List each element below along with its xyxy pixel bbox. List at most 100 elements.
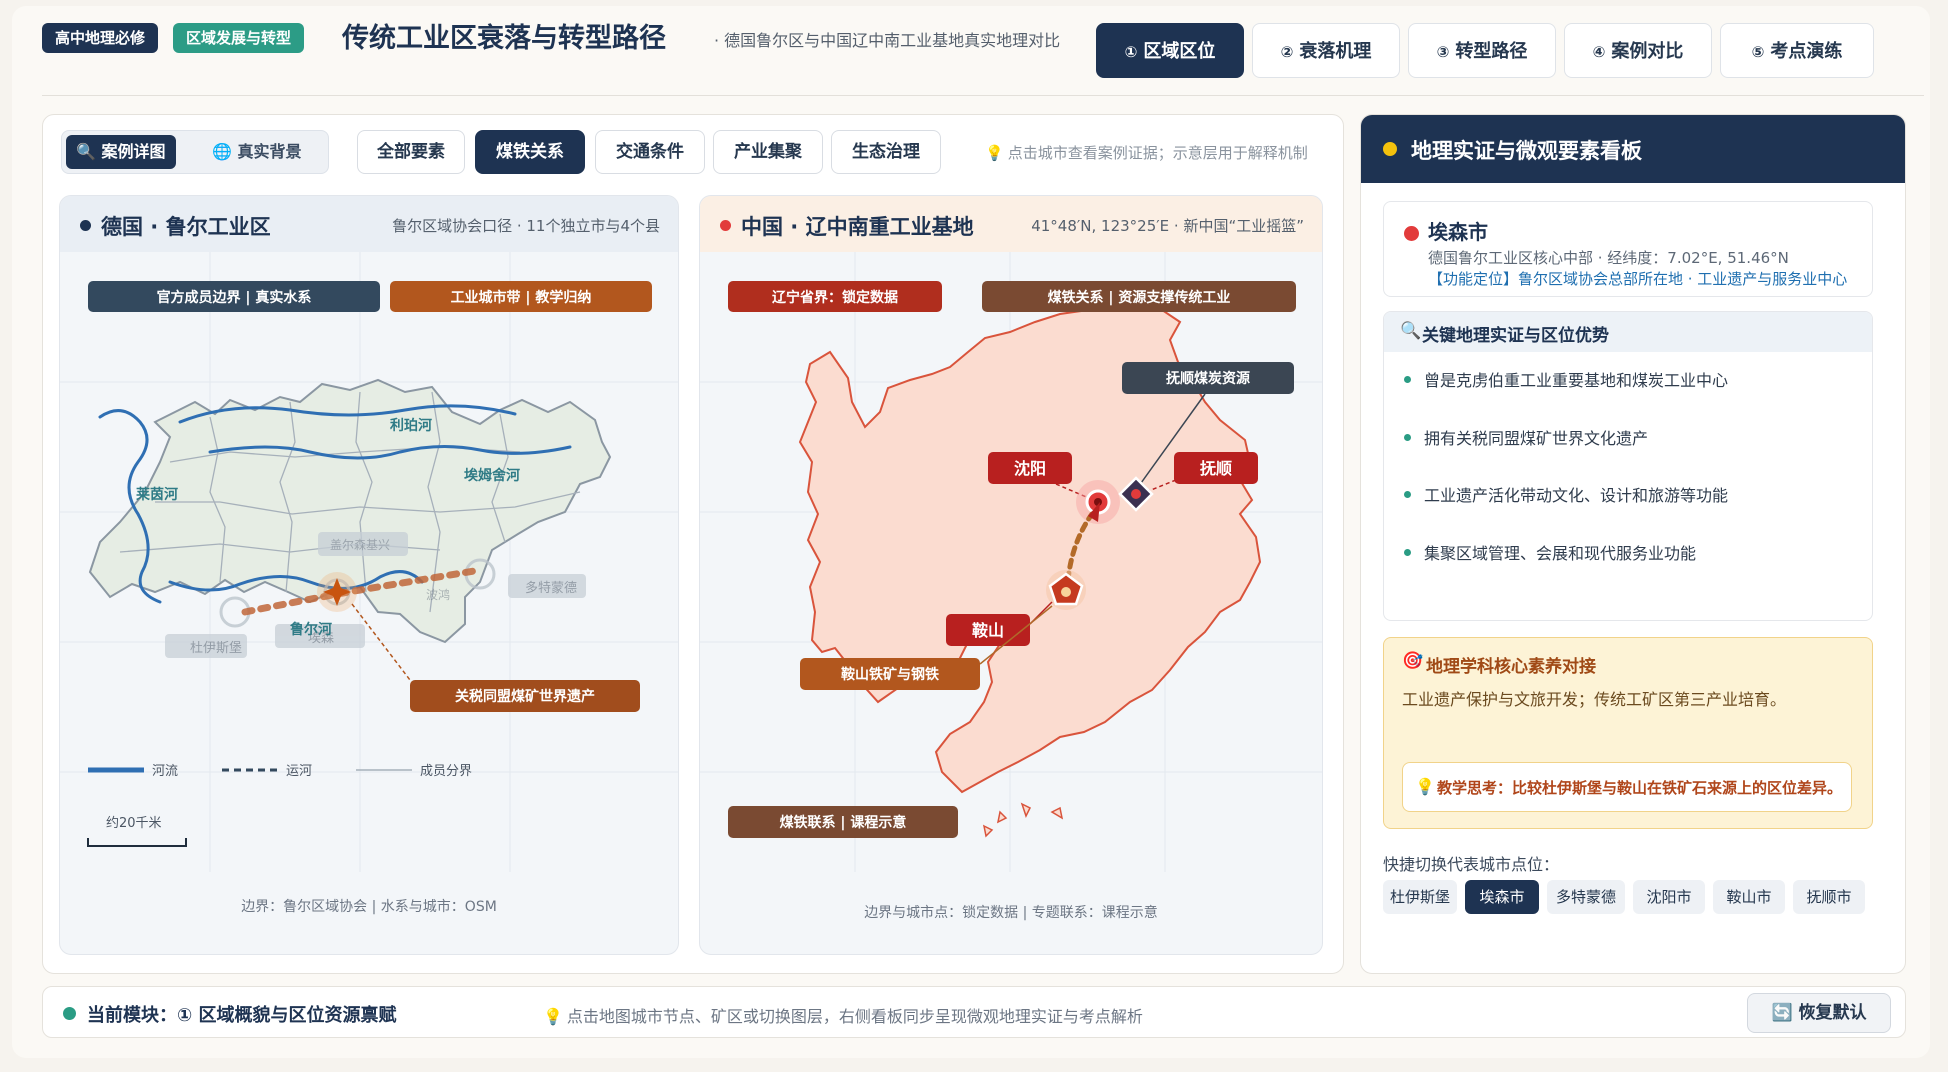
view-case-label: 案例详图 bbox=[101, 142, 166, 161]
lightbulb-icon: 💡 bbox=[543, 1007, 563, 1026]
filter-all-button[interactable]: 全部要素 bbox=[357, 130, 465, 174]
river-label-rhine: 莱茵河 bbox=[136, 486, 178, 503]
liaoning-footer: 边界与城市点：锁定数据 | 专题联系：课程示意 bbox=[864, 905, 1158, 921]
search-icon: 🔍 bbox=[76, 142, 96, 161]
view-real-label: 真实背景 bbox=[237, 142, 302, 161]
legend-canal: 运河 bbox=[286, 764, 312, 779]
callout-coal[interactable]: 抚顺煤炭资源 bbox=[1166, 370, 1250, 387]
evidence-item: 拥有关税同盟煤矿世界文化遗产 bbox=[1403, 425, 1648, 449]
evidence-item: 集聚区域管理、会展和现代服务业功能 bbox=[1403, 540, 1696, 564]
filter-industry-button[interactable]: 产业集聚 bbox=[713, 130, 823, 174]
quick-city-dortmund[interactable]: 多特蒙德 bbox=[1547, 880, 1625, 914]
callout-iron[interactable]: 鞍山铁矿与钢铁 bbox=[841, 666, 939, 683]
status-tip: 💡 点击地图城市节点、矿区或切换图层，右侧看板同步呈现微观地理实证与考点解析 bbox=[543, 1003, 1143, 1027]
liaoning-title-text: 中国 · 辽中南重工业基地 bbox=[741, 215, 974, 239]
ruhr-title-text: 德国 · 鲁尔工业区 bbox=[101, 215, 271, 239]
city-name: 埃森市 bbox=[1428, 220, 1488, 244]
evidence-item: 工业遗产活化带动文化、设计和旅游等功能 bbox=[1403, 482, 1728, 506]
river-label-ruhr: 鲁尔河 bbox=[289, 621, 332, 638]
filter-ecology-button[interactable]: 生态治理 bbox=[831, 130, 941, 174]
tab-region-location[interactable]: ① 区域区位 bbox=[1096, 23, 1244, 78]
river-label-emscher: 埃姆舍河 bbox=[464, 467, 520, 484]
current-module: 当前模块：① 区域概貌与区位资源禀赋 bbox=[87, 1005, 397, 1026]
quick-city-duisburg[interactable]: 杜伊斯堡 bbox=[1383, 880, 1457, 914]
callout-heritage[interactable]: 关税同盟煤矿世界遗产 bbox=[455, 688, 595, 705]
evidence-header: 🔍 关键地理实证与区位优势 bbox=[1384, 312, 1872, 352]
status-tip-text: 点击地图城市节点、矿区或切换图层，右侧看板同步呈现微观地理实证与考点解析 bbox=[566, 1007, 1143, 1026]
ruhr-footer: 边界：鲁尔区域协会 | 水系与城市：OSM bbox=[241, 899, 497, 915]
legend-border: 成员分界 bbox=[420, 764, 472, 779]
quick-city-essen[interactable]: 埃森市 bbox=[1465, 880, 1539, 914]
quick-city-shenyang[interactable]: 沈阳市 bbox=[1633, 880, 1705, 914]
tab-exam-practice[interactable]: ⑤ 考点演练 bbox=[1720, 23, 1874, 78]
essen-marker[interactable] bbox=[317, 572, 357, 612]
ruhr-map-card: 德国 · 鲁尔工业区 鲁尔区域协会口径 · 11个独立市与4个县 官方成员边界 … bbox=[59, 195, 679, 955]
status-bar: 当前模块：① 区域概貌与区位资源禀赋 💡 点击地图城市节点、矿区或切换图层，右侧看… bbox=[42, 986, 1906, 1038]
city-coordinates: 德国鲁尔工业区核心中部 · 经纬度：7.02°E, 51.46°N bbox=[1428, 249, 1789, 267]
unit-badge: 区域发展与转型 bbox=[173, 23, 305, 53]
evidence-title: 关键地理实证与区位优势 bbox=[1422, 326, 1609, 346]
quick-city-anshan[interactable]: 鞍山市 bbox=[1713, 880, 1785, 914]
label-fushun[interactable]: 抚顺 bbox=[1200, 459, 1232, 478]
tab-label: 案例对比 bbox=[1611, 41, 1684, 62]
quick-city-fushun[interactable]: 抚顺市 bbox=[1793, 880, 1865, 914]
page-title: 传统工业区衰落与转型路径 bbox=[342, 23, 666, 54]
view-case-button[interactable]: 🔍 案例详图 bbox=[66, 135, 176, 169]
tab-label: 区域区位 bbox=[1143, 41, 1216, 62]
liaoning-card-header: 中国 · 辽中南重工业基地 41°48′N, 123°25′E · 新中国“工业… bbox=[700, 196, 1322, 252]
map-panel: 🔍 案例详图 🌐 真实背景 全部要素 煤铁关系 交通条件 产业集聚 生态治理 💡… bbox=[42, 114, 1344, 974]
tab-case-compare[interactable]: ④ 案例对比 bbox=[1564, 23, 1712, 78]
teaching-question-text: 教学思考：比较杜伊斯堡与鞍山在铁矿石来源上的区位差异。 bbox=[1437, 779, 1843, 797]
ruhr-title: 德国 · 鲁尔工业区 bbox=[80, 211, 271, 241]
liaoning-subtitle: 41°48′N, 123°25′E · 新中国“工业摇篮” bbox=[1031, 217, 1304, 235]
anshan-marker[interactable] bbox=[1046, 570, 1086, 610]
tab-number: ③ bbox=[1436, 43, 1450, 61]
river-label-lippe: 利珀河 bbox=[390, 417, 432, 434]
app-shell: 高中地理必修 区域发展与转型 传统工业区衰落与转型路径 · 德国鲁尔区与中国辽中… bbox=[12, 6, 1930, 1058]
filter-coal-iron-button[interactable]: 煤铁关系 bbox=[475, 130, 585, 174]
map-hint-text: 点击城市查看案例证据；示意层用于解释机制 bbox=[1007, 144, 1308, 162]
city-function: 【功能定位】鲁尔区域协会总部所在地 · 工业遗产与服务业中心 bbox=[1428, 270, 1848, 288]
refresh-icon: 🔄 bbox=[1771, 1003, 1793, 1023]
tab-decline-mechanism[interactable]: ② 衰落机理 bbox=[1252, 23, 1400, 78]
tab-number: ① bbox=[1124, 43, 1138, 61]
label-anshan[interactable]: 鞍山 bbox=[972, 621, 1004, 640]
globe-icon: 🌐 bbox=[212, 142, 232, 161]
evidence-panel: 地理实证与微观要素看板 埃森市 德国鲁尔工业区核心中部 · 经纬度：7.02°E… bbox=[1360, 114, 1906, 974]
faded-city-label: 波鸿 bbox=[426, 588, 450, 602]
view-toggle: 🔍 案例详图 🌐 真实背景 bbox=[61, 130, 329, 174]
label-shenyang[interactable]: 沈阳 bbox=[1014, 459, 1046, 478]
map-hint: 💡 点击城市查看案例证据；示意层用于解释机制 bbox=[985, 142, 1308, 163]
module-dot-icon bbox=[63, 1007, 76, 1020]
reset-button[interactable]: 🔄 恢复默认 bbox=[1747, 993, 1891, 1033]
tab-number: ④ bbox=[1592, 43, 1606, 61]
scale-label: 约20千米 bbox=[106, 816, 162, 831]
quick-switch-label: 快捷切换代表城市点位： bbox=[1383, 855, 1560, 874]
evidence-panel-header: 地理实证与微观要素看板 bbox=[1361, 115, 1905, 183]
tab-label: 衰落机理 bbox=[1299, 41, 1372, 62]
evidence-card: 🔍 关键地理实证与区位优势 曾是克虏伯重工业重要基地和煤炭工业中心 拥有关税同盟… bbox=[1383, 311, 1873, 621]
faded-city-label: 盖尔森基兴 bbox=[330, 537, 390, 552]
ruhr-subtitle: 鲁尔区域协会口径 · 11个独立市与4个县 bbox=[392, 217, 660, 235]
filter-transport-button[interactable]: 交通条件 bbox=[595, 130, 705, 174]
faded-city-label: 杜伊斯堡 bbox=[190, 640, 242, 656]
ruhr-map: 官方成员边界 | 真实水系 工业城市带 | 教学归纳 杜伊斯堡 埃森 多特蒙德 … bbox=[60, 252, 678, 872]
tab-label: 转型路径 bbox=[1455, 41, 1528, 62]
ruhr-card-header: 德国 · 鲁尔工业区 鲁尔区域协会口径 · 11个独立市与4个县 bbox=[60, 196, 678, 252]
liaoning-title: 中国 · 辽中南重工业基地 bbox=[720, 211, 974, 241]
tab-number: ② bbox=[1280, 43, 1294, 61]
faded-city-label: 多特蒙德 bbox=[525, 580, 577, 596]
core-literacy-title: 地理学科核心素养对接 bbox=[1426, 657, 1596, 677]
view-real-button[interactable]: 🌐 真实背景 bbox=[202, 135, 312, 169]
tag-cities: 工业城市带 | 教学归纳 bbox=[451, 289, 592, 306]
legend-river: 河流 bbox=[152, 764, 178, 779]
status-dot-icon bbox=[1383, 142, 1397, 156]
search-icon: 🔍 bbox=[1400, 321, 1422, 341]
ruhr-dot-icon bbox=[80, 220, 91, 231]
tab-transition-path[interactable]: ③ 转型路径 bbox=[1408, 23, 1556, 78]
header-divider bbox=[42, 95, 1924, 96]
target-icon: 🎯 bbox=[1402, 651, 1424, 671]
tag-province: 辽宁省界：锁定数据 bbox=[772, 289, 898, 306]
liaoning-dot-icon bbox=[720, 220, 731, 231]
lightbulb-icon: 💡 bbox=[985, 144, 1004, 162]
